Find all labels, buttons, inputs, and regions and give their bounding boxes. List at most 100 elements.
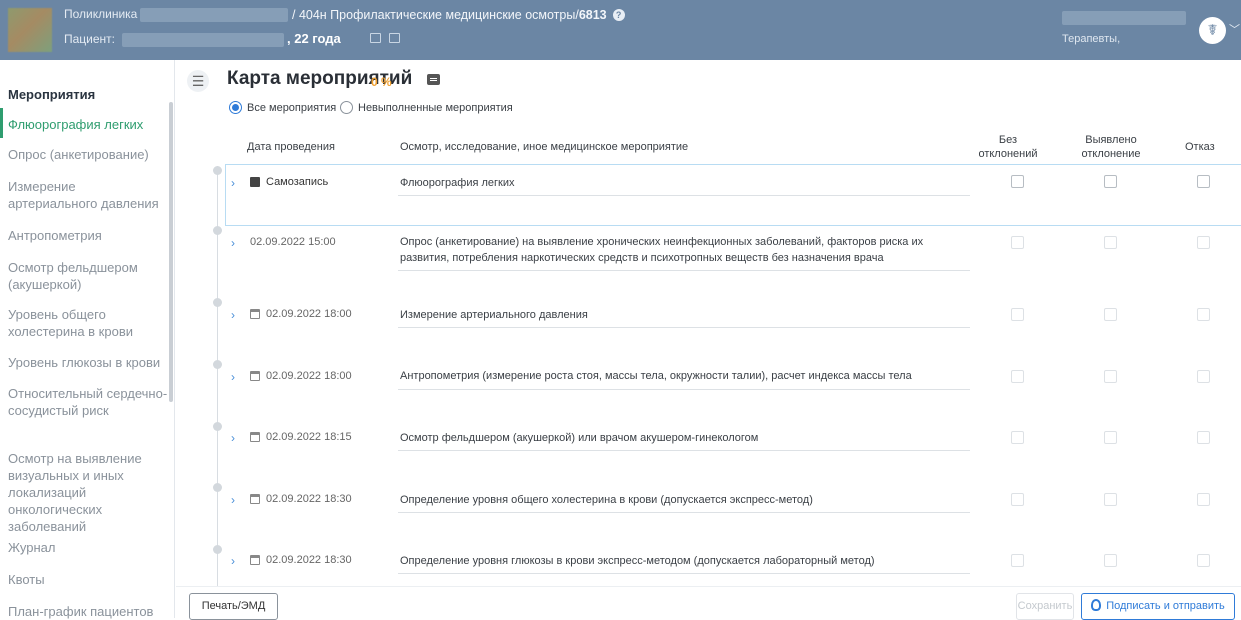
filter-all-label: Все мероприятия [247,102,337,114]
sidebar: Мероприятия Флюорография легких Опрос (а… [0,60,175,620]
row-event: Определение уровня общего холестерина в … [400,494,813,506]
completion-percent: 0 % [371,75,392,89]
sidebar-item-quotas[interactable]: Квоты [8,571,168,588]
checkbox-refusal[interactable] [1197,554,1210,567]
clinic-label: Поликлиника [64,7,138,21]
checkbox-refusal[interactable] [1197,370,1210,383]
sidebar-item-fluorography[interactable]: Флюорография легких [8,116,168,133]
expand-chevron-icon[interactable]: › [231,370,235,384]
menu-toggle-button[interactable]: ☰ [187,70,209,92]
patient-label: Пациент: [64,32,116,46]
sidebar-active-indicator [0,108,3,138]
save-button[interactable]: Сохранить [1016,593,1074,620]
timeline-dot [213,545,222,554]
row-divider [398,512,970,513]
expand-chevron-icon[interactable]: › [231,493,235,507]
sidebar-title: Мероприятия [8,87,96,102]
avatar[interactable]: ☤ [1199,17,1226,44]
document-icon[interactable] [427,74,440,85]
filter-all[interactable]: Все мероприятия [229,101,336,114]
card-icon[interactable] [389,33,400,43]
sidebar-item-journal[interactable]: Журнал [8,539,168,556]
timeline-dot [213,422,222,431]
app-header: Поликлиника Пациент: / 404н Профилактиче… [0,0,1241,60]
sidebar-item-survey[interactable]: Опрос (анкетирование) [8,146,168,163]
checkbox-no-deviation[interactable] [1011,236,1024,249]
help-icon[interactable]: ? [612,9,625,21]
sign-and-send-label: Подписать и отправить [1106,600,1225,612]
checkbox-refusal[interactable] [1197,493,1210,506]
expand-chevron-icon[interactable]: › [231,554,235,568]
checkbox-no-deviation[interactable] [1011,431,1024,444]
checkbox-deviation[interactable] [1104,431,1117,444]
checkbox-no-deviation[interactable] [1011,175,1024,188]
row-event: Осмотр фельдшером (акушеркой) или врачом… [400,432,759,444]
calendar-icon [250,371,260,381]
row-event: Опрос (анкетирование) на выявление хрони… [400,236,924,264]
checkbox-refusal[interactable] [1197,308,1210,321]
row-date: 02.09.2022 18:00 [266,370,352,382]
row-event: Измерение артериального давления [400,309,588,321]
timeline-dot [213,226,222,235]
column-header-event: Осмотр, исследование, иное медицинское м… [400,141,689,153]
sidebar-item-schedule[interactable]: План-график пациентов [8,603,168,620]
sidebar-item-cholesterol[interactable]: Уровень общего холестерина в крови [8,306,168,340]
breadcrumb-text: / 404н Профилактические медицинские осмо… [292,8,579,22]
checkbox-deviation[interactable] [1104,236,1117,249]
calendar-icon [250,494,260,504]
checkbox-deviation[interactable] [1104,493,1117,506]
checkbox-refusal[interactable] [1197,236,1210,249]
checkbox-no-deviation[interactable] [1011,308,1024,321]
sidebar-item-anthropometry[interactable]: Антропометрия [8,227,168,244]
checkbox-refusal[interactable] [1197,175,1210,188]
external-link-icon[interactable] [370,33,381,43]
signature-icon [1091,599,1102,611]
checkbox-deviation[interactable] [1104,175,1117,188]
expand-chevron-icon[interactable]: › [231,308,235,322]
row-divider [398,573,970,574]
redacted-patient-name [122,33,284,47]
sidebar-item-cv-risk[interactable]: Относительный сердечно-сосудистый риск [8,385,168,419]
sidebar-item-paramedic-exam[interactable]: Осмотр фельдшером (акушеркой) [8,259,168,293]
filter-pending[interactable]: Невыполненные мероприятия [340,101,513,114]
row-date: 02.09.2022 15:00 [250,236,336,248]
radio-unchecked-icon[interactable] [340,101,353,114]
column-header-no-deviation: Без отклонений [978,134,1038,160]
redacted-clinic-name [140,8,288,22]
row-date: 02.09.2022 18:30 [266,493,352,505]
timeline-dot [213,298,222,307]
expand-chevron-icon[interactable]: › [231,176,235,190]
timeline-dot [213,166,222,175]
column-header-refusal: Отказ [1185,141,1215,153]
checkbox-no-deviation[interactable] [1011,493,1024,506]
row-date: 02.09.2022 18:15 [266,431,352,443]
record-number: 6813 [578,8,607,22]
row-event: Определение уровня глюкозы в крови экспр… [400,555,875,567]
clinic-logo [8,8,52,52]
sidebar-item-glucose[interactable]: Уровень глюкозы в крови [8,354,168,371]
sidebar-item-blood-pressure[interactable]: Измерение артериального давления [8,178,168,212]
sidebar-scrollbar[interactable] [169,102,173,402]
column-header-deviation: Выявлено отклонение [1081,134,1141,160]
checkbox-no-deviation[interactable] [1011,370,1024,383]
sign-and-send-button[interactable]: Подписать и отправить [1081,593,1235,620]
expand-chevron-icon[interactable]: › [231,236,235,250]
print-emd-button[interactable]: Печать/ЭМД [189,593,278,620]
radio-checked-icon[interactable] [229,101,242,114]
row-divider [398,389,970,390]
doctor-role: Терапевты, [1062,33,1121,45]
calendar-icon [250,432,260,442]
row-divider [398,270,970,271]
checkbox-refusal[interactable] [1197,431,1210,444]
page-breadcrumb: / 404н Профилактические медицинские осмо… [292,8,625,22]
timeline-dot [213,360,222,369]
checkbox-deviation[interactable] [1104,370,1117,383]
sidebar-item-oncology-exam[interactable]: Осмотр на выявление визуальных и иных ло… [8,450,168,535]
expand-chevron-icon[interactable]: › [231,431,235,445]
checkbox-deviation[interactable] [1104,554,1117,567]
checkbox-deviation[interactable] [1104,308,1117,321]
patient-age: , 22 года [287,31,341,46]
checkbox-no-deviation[interactable] [1011,554,1024,567]
calendar-icon [250,177,260,187]
chevron-down-icon[interactable]: ﹀ [1229,21,1240,37]
